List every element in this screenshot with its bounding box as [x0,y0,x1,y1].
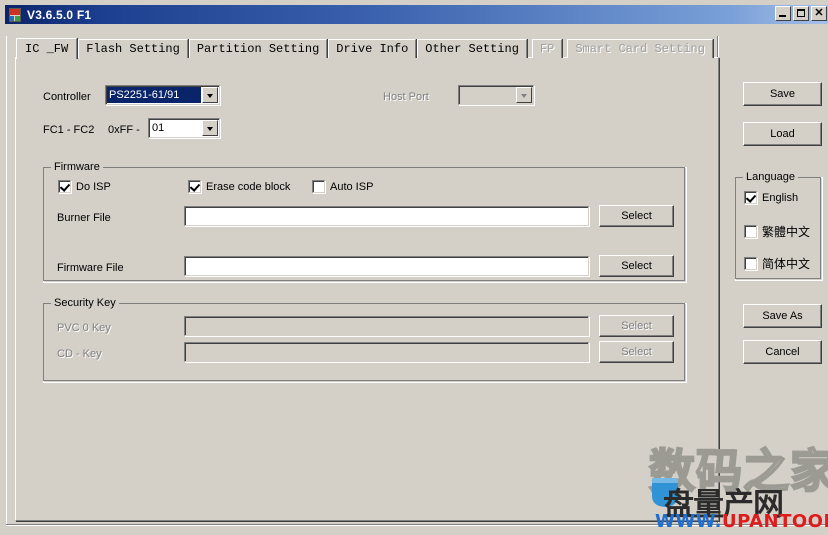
checkbox-language-simplified-chinese[interactable]: 简体中文 [744,255,810,272]
button-label: Select [621,260,652,272]
language-group: Language English 繁體中文 简体中文 [735,177,823,281]
button-label: Save As [762,310,802,322]
firmware-group-title: Firmware [51,161,103,173]
save-as-button[interactable]: Save As [743,304,822,328]
pvc0-key-select-button: Select [599,315,674,337]
burner-file-select-button[interactable]: Select [599,205,674,227]
tab-label: IC _FW [25,42,68,56]
button-label: Select [621,346,652,358]
tab-drive-info[interactable]: Drive Info [328,39,416,58]
checkbox-box[interactable] [312,180,325,193]
fc-range-label: FC1 - FC2 [43,124,94,137]
checkbox-box[interactable] [744,257,757,270]
bottom-divider [6,524,828,526]
url-name: UPANTOOL [722,511,828,532]
language-group-title: Language [743,171,798,183]
left-edge-divider [6,36,8,524]
host-port-label: Host Port [383,91,429,104]
burner-file-label: Burner File [57,212,111,225]
chevron-down-icon[interactable] [202,87,218,103]
security-key-group: Security Key PVC 0 Key Select CD - Key S… [43,303,687,383]
checkbox-language-traditional-chinese[interactable]: 繁體中文 [744,223,810,240]
controller-combobox-value: PS2251-61/91 [107,87,201,103]
minimize-button[interactable] [775,6,791,21]
checkbox-box[interactable] [58,180,71,193]
tab-label: Partition Setting [197,42,319,56]
button-label: Cancel [765,346,799,358]
cancel-button[interactable]: Cancel [743,340,822,364]
tab-fp: FP [532,39,562,58]
tab-page-ic-fw: Controller PS2251-61/91 Host Port FC1 - … [15,57,719,521]
tab-flash-setting[interactable]: Flash Setting [78,39,188,58]
window-control-buttons: ✕ [775,6,827,21]
burner-file-input[interactable] [184,206,589,226]
window-title: V3.6.5.0 F1 [27,8,91,22]
checkbox-box[interactable] [744,191,757,204]
tab-label: Flash Setting [86,42,180,56]
controller-label: Controller [43,91,91,104]
checkbox-label: 简体中文 [762,255,810,272]
firmware-file-select-button[interactable]: Select [599,255,674,277]
firmware-file-label: Firmware File [57,262,124,275]
maximize-button[interactable] [793,6,809,21]
checkbox-do-isp[interactable]: Do ISP [58,180,111,193]
fc-value-combobox-value: 01 [149,119,202,137]
tab-label: Smart Card Setting [575,42,705,56]
chevron-down-icon [516,87,532,103]
button-label: Save [770,88,795,100]
firmware-group: Firmware Do ISP Erase code block Auto IS… [43,167,687,283]
checkbox-label: Do ISP [76,181,111,193]
checkbox-label: Erase code block [206,181,290,193]
close-icon[interactable]: ✕ [811,6,827,21]
tab-label: Drive Info [336,42,408,56]
checkbox-label: 繁體中文 [762,223,810,240]
fc-prefix-label: 0xFF - [108,124,140,137]
checkbox-erase-code-block[interactable]: Erase code block [188,180,290,193]
button-label: Select [621,320,652,332]
host-port-combobox [458,85,534,105]
button-label: Select [621,210,652,222]
tab-ic-fw[interactable]: IC _FW [16,38,77,59]
button-label: Load [770,128,794,140]
firmware-file-input[interactable] [184,256,589,276]
app-chip-icon [7,7,23,23]
controller-combobox[interactable]: PS2251-61/91 [105,85,220,105]
tab-strip: IC _FW Flash Setting Partition Setting D… [16,37,714,58]
checkbox-auto-isp[interactable]: Auto ISP [312,180,373,193]
cd-key-select-button: Select [599,341,674,363]
save-button[interactable]: Save [743,82,822,106]
load-button[interactable]: Load [743,122,822,146]
checkbox-language-english[interactable]: English [744,191,798,204]
checkbox-label: Auto ISP [330,181,373,193]
pvc0-key-input [184,316,589,336]
host-port-combobox-value [459,86,516,104]
cd-key-input [184,342,589,362]
checkbox-box[interactable] [744,225,757,238]
tab-label: FP [540,42,554,56]
tab-partition-setting[interactable]: Partition Setting [189,39,327,58]
tab-smart-card-setting: Smart Card Setting [567,39,713,58]
security-key-group-title: Security Key [51,297,119,309]
tab-other-setting[interactable]: Other Setting [417,39,527,58]
checkbox-label: English [762,192,798,204]
pvc0-key-label: PVC 0 Key [57,322,111,335]
tab-label: Other Setting [425,42,519,56]
application-window: V3.6.5.0 F1 ✕ IC _FW Flash Setting Parti… [0,0,828,535]
fc-value-combobox[interactable]: 01 [148,118,220,138]
cd-key-label: CD - Key [57,348,102,361]
checkbox-box[interactable] [188,180,201,193]
chevron-down-icon[interactable] [202,120,218,136]
title-bar: V3.6.5.0 F1 ✕ [5,5,828,24]
